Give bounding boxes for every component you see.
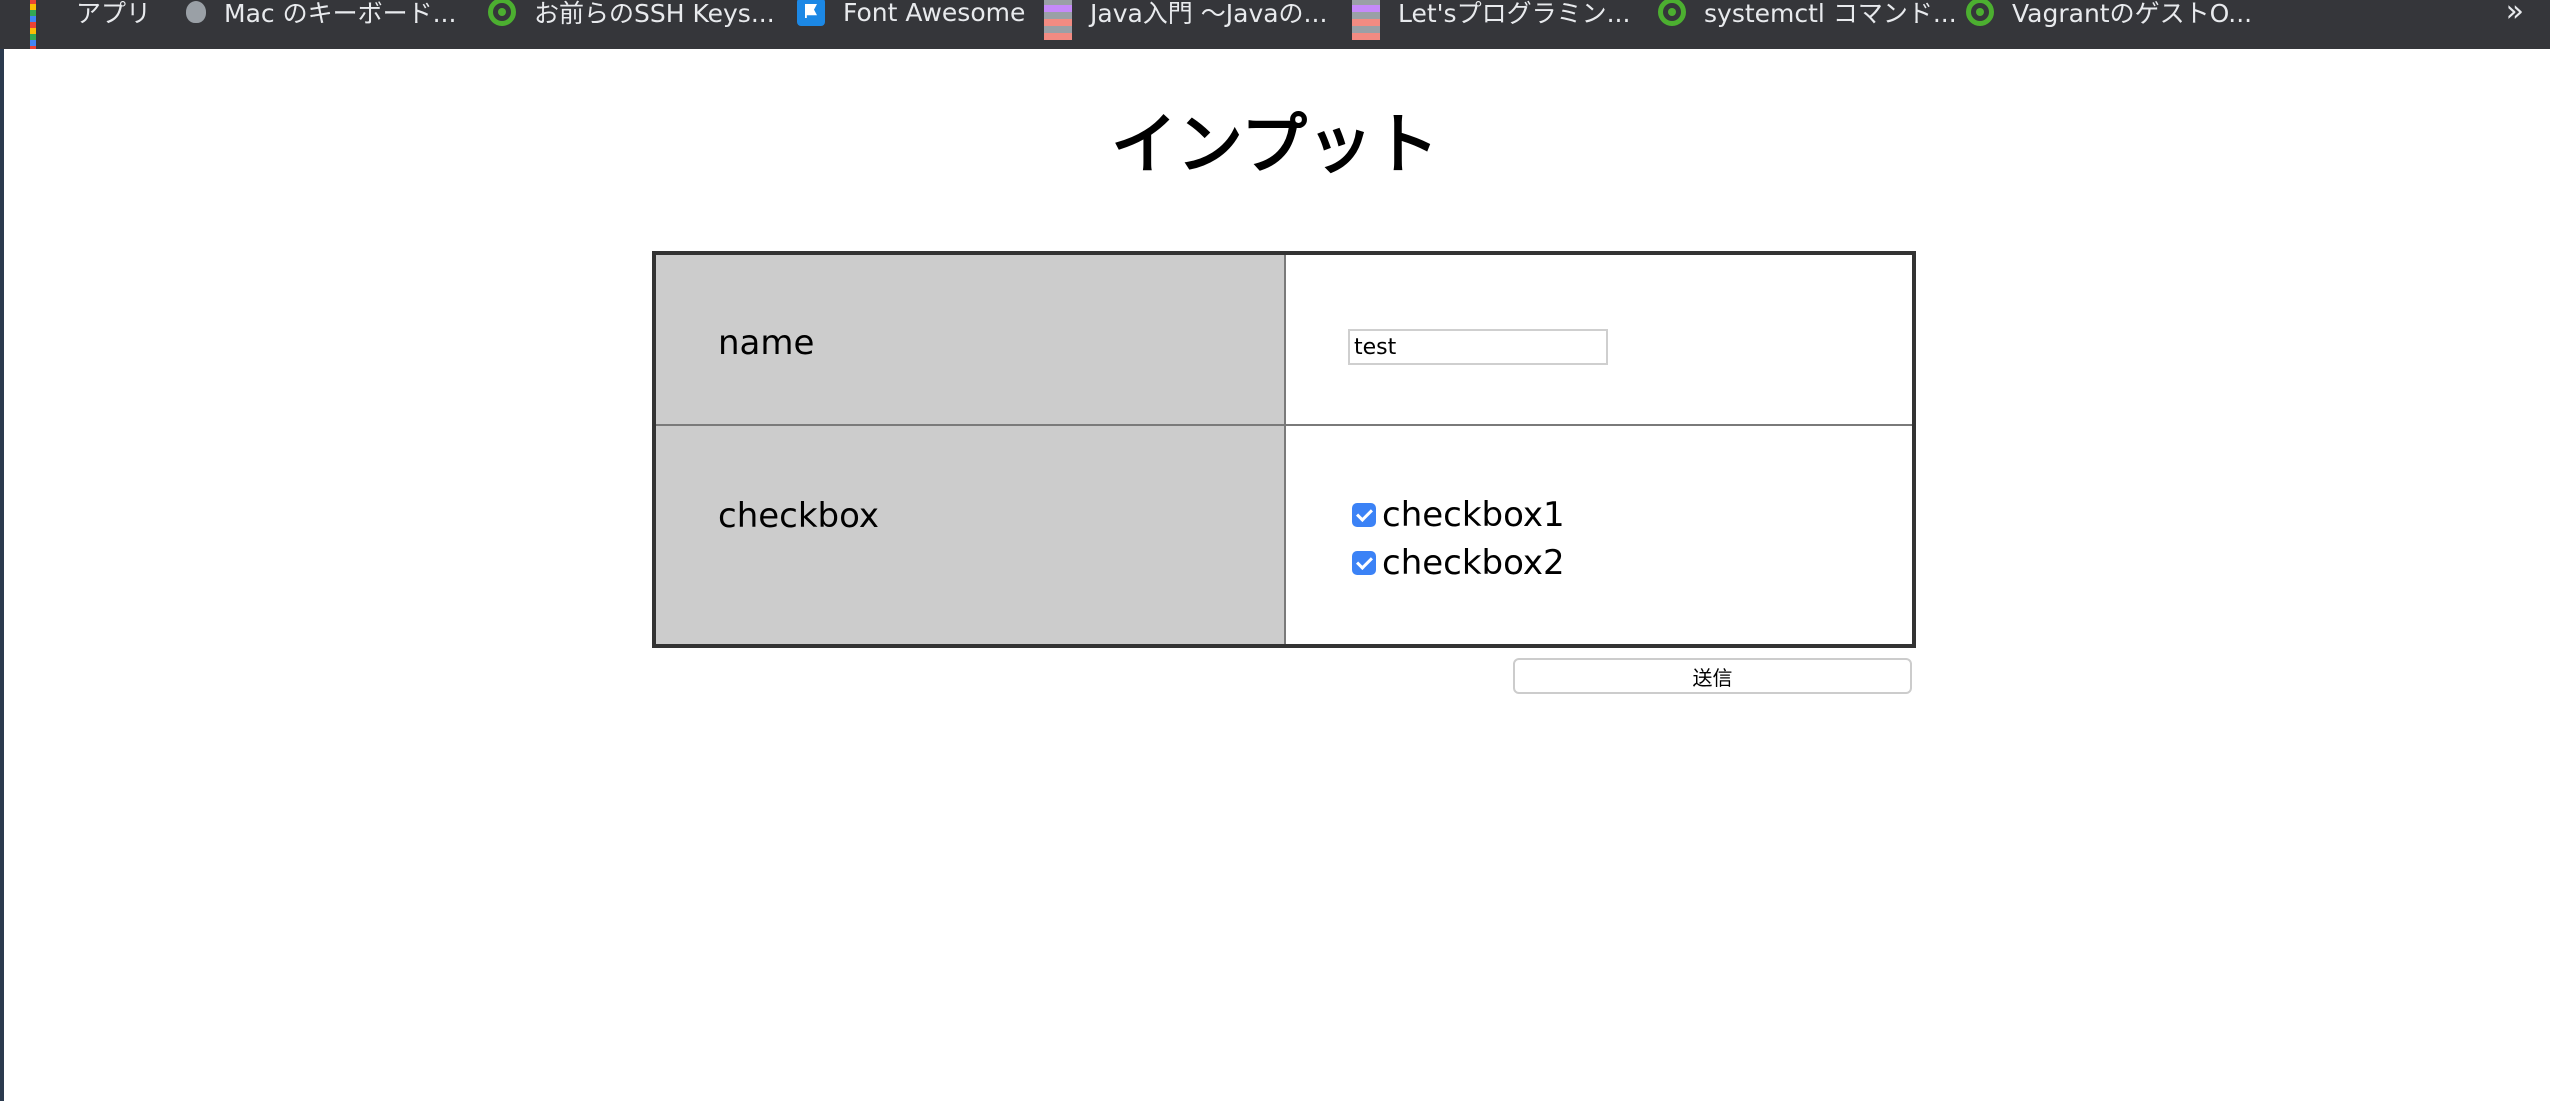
- bookmark-label: Java入門 〜Javaの...: [1090, 0, 1328, 28]
- submit-button[interactable]: 送信: [1513, 658, 1912, 694]
- checkbox-option[interactable]: checkbox1: [1352, 491, 1912, 539]
- bookmark-lets-programming[interactable]: Let'sプログラミン...: [1352, 0, 1630, 40]
- name-value-cell: [1284, 251, 1915, 427]
- site-ring-icon: [1658, 0, 1686, 26]
- bookmark-apps[interactable]: アプリ: [30, 0, 151, 49]
- site-bars-icon: [1352, 0, 1380, 40]
- site-ring-icon: [1966, 0, 1994, 26]
- bookmark-label: Let'sプログラミン...: [1398, 0, 1631, 28]
- bookmark-label: お前らのSSH Keys...: [534, 0, 775, 28]
- table-row: name: [653, 251, 1915, 427]
- checkbox-list: checkbox1 checkbox2: [1286, 426, 1912, 587]
- bookmark-label: Mac のキーボード...: [224, 0, 457, 28]
- bookmarks-bar: アプリ Mac のキーボード... お前らのSSH Keys... Font A…: [0, 0, 2550, 49]
- name-label-cell: name: [653, 251, 1286, 427]
- bookmark-systemctl[interactable]: systemctl コマンド...: [1658, 0, 1957, 28]
- apple-icon: [186, 1, 206, 23]
- table-row: checkbox checkbox1 checkbox2: [653, 424, 1915, 647]
- page-title: インプット: [1110, 106, 1440, 183]
- checkbox-option[interactable]: checkbox2: [1352, 539, 1912, 587]
- checkbox-label-cell: checkbox: [653, 424, 1286, 647]
- bookmark-label: Font Awesome: [843, 0, 1026, 27]
- bookmark-label: VagrantのゲストO...: [2012, 0, 2253, 28]
- site-bars-icon: [1044, 0, 1072, 40]
- checkbox2-checkbox[interactable]: [1352, 551, 1376, 576]
- font-awesome-flag-icon: [797, 0, 825, 26]
- checkbox2-label[interactable]: checkbox2: [1382, 543, 1565, 583]
- bookmark-java-intro[interactable]: Java入門 〜Javaの...: [1044, 0, 1327, 40]
- checkbox1-label[interactable]: checkbox1: [1382, 495, 1565, 535]
- bookmark-ssh-keys[interactable]: お前らのSSH Keys...: [488, 0, 775, 28]
- checkbox-value-cell: checkbox1 checkbox2: [1284, 424, 1915, 647]
- site-ring-icon: [488, 0, 516, 26]
- bookmark-label: アプリ: [76, 0, 152, 28]
- apps-grid-icon: [30, 0, 58, 49]
- bookmark-mac-keyboard[interactable]: Mac のキーボード...: [186, 0, 456, 28]
- checkbox-label: checkbox: [718, 496, 880, 537]
- bookmark-vagrant[interactable]: VagrantのゲストO...: [1966, 0, 2252, 28]
- window-left-edge: [0, 49, 4, 1101]
- input-form-table: name checkbox checkbox1 checkbox2: [652, 251, 1916, 648]
- bookmark-label: systemctl コマンド...: [1704, 0, 1957, 28]
- name-input[interactable]: [1348, 329, 1608, 365]
- bookmarks-overflow-chevron-icon[interactable]: »: [2506, 0, 2524, 29]
- checkbox1-checkbox[interactable]: [1352, 503, 1376, 528]
- name-label: name: [718, 323, 815, 363]
- bookmark-font-awesome[interactable]: Font Awesome: [797, 0, 1026, 27]
